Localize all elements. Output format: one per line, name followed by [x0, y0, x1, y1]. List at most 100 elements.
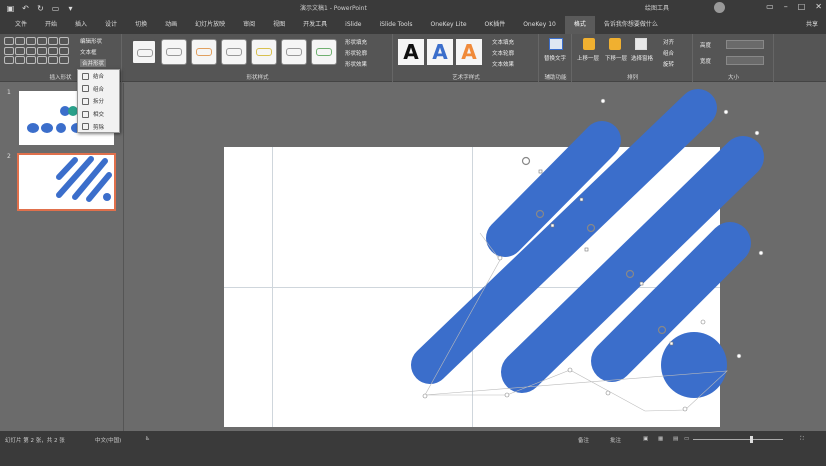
intersect-icon: [82, 110, 89, 118]
tab-file[interactable]: 文件: [6, 16, 36, 34]
merge-intersect-item[interactable]: 相交: [78, 108, 119, 121]
ribbon: 编辑形状 文本框 合并形状 插入形状 形状填充 形状轮廓 形状效果 形状样式 A…: [0, 34, 826, 82]
shape-style-5[interactable]: [251, 39, 277, 65]
wordart-label: 艺术字样式: [452, 75, 480, 81]
selection-pane-button[interactable]: 选择窗格: [631, 54, 653, 62]
send-backward-button[interactable]: 下移一层: [605, 54, 627, 62]
subtract-icon: [82, 123, 89, 131]
present-icon[interactable]: ▭: [51, 4, 60, 13]
tab-slideshow[interactable]: 幻灯片放映: [186, 16, 234, 34]
save-icon[interactable]: ▣: [6, 4, 15, 13]
merge-shapes-menu: 结合 组合 拆分 相交 剪除: [77, 69, 120, 133]
merge-combine-item[interactable]: 组合: [78, 83, 119, 96]
wordart-style-black[interactable]: A: [398, 39, 424, 65]
share-button[interactable]: 共享: [806, 16, 818, 34]
slide-sorter-icon[interactable]: ▦: [658, 436, 663, 442]
merge-fragment-item[interactable]: 拆分: [78, 95, 119, 108]
text-fill-button[interactable]: 文本填充: [492, 38, 514, 46]
shape-style-7[interactable]: [311, 39, 337, 65]
height-input[interactable]: [726, 40, 764, 49]
comments-button[interactable]: 批注: [610, 436, 621, 444]
shape-outline-button[interactable]: 形状轮廓: [345, 49, 367, 57]
tab-design[interactable]: 设计: [96, 16, 126, 34]
tab-insert[interactable]: 插入: [66, 16, 96, 34]
tab-home[interactable]: 开始: [36, 16, 66, 34]
shape-style-2[interactable]: [161, 39, 187, 65]
accessibility-group: 替换文字 辅助功能: [540, 34, 572, 82]
fit-to-window-icon[interactable]: ⛶: [800, 436, 804, 443]
zoom-slider[interactable]: [693, 439, 783, 440]
accessibility-status[interactable]: ♿: [145, 436, 150, 442]
close-icon[interactable]: ✕: [815, 2, 822, 11]
maximize-icon[interactable]: □: [798, 2, 806, 11]
ribbon-tabs: 文件 开始 插入 设计 切换 动画 幻灯片放映 审阅 视图 开发工具 iSlid…: [0, 16, 826, 34]
tab-islide-tools[interactable]: iSlide Tools: [370, 16, 421, 34]
notes-button[interactable]: 备注: [578, 436, 589, 444]
shape-effects-button[interactable]: 形状效果: [345, 60, 367, 68]
edit-shape-button[interactable]: 编辑形状: [80, 37, 102, 45]
alt-text-icon[interactable]: [549, 38, 563, 50]
slide-count-status: 幻灯片 第 2 张，共 2 张: [5, 438, 65, 444]
width-input[interactable]: [726, 56, 764, 65]
text-effects-button[interactable]: 文本效果: [492, 60, 514, 68]
text-outline-button[interactable]: 文本轮廓: [492, 49, 514, 57]
wordart-style-blue[interactable]: A: [427, 39, 453, 65]
merge-union-item[interactable]: 结合: [78, 70, 119, 83]
bring-forward-button[interactable]: 上移一层: [577, 54, 599, 62]
shape-style-4[interactable]: [221, 39, 247, 65]
tab-review[interactable]: 审阅: [234, 16, 264, 34]
shape-gallery[interactable]: [4, 37, 72, 65]
fragment-icon: [82, 97, 89, 105]
size-label: 大小: [727, 75, 739, 81]
tell-me-search[interactable]: 告诉我你想要做什么: [595, 16, 667, 34]
shape-style-6[interactable]: [281, 39, 307, 65]
undo-icon[interactable]: ↶: [21, 4, 30, 13]
slide-number-1: 1: [7, 89, 11, 96]
slide-thumbnail-2[interactable]: [17, 153, 116, 211]
arrange-label: 排列: [626, 75, 638, 81]
redo-icon[interactable]: ↻: [36, 4, 45, 13]
language-status[interactable]: 中文(中国): [95, 436, 121, 444]
ribbon-display-icon[interactable]: ▭: [766, 2, 774, 11]
height-label: 高度: [700, 43, 712, 49]
tab-ok-plugin[interactable]: OK插件: [476, 16, 515, 34]
tab-onekey-lite[interactable]: OneKey Lite: [421, 16, 475, 34]
rotate-button[interactable]: 旋转: [663, 60, 674, 68]
shape-fill-button[interactable]: 形状填充: [345, 38, 367, 46]
align-button[interactable]: 对齐: [663, 38, 674, 46]
slide-number-2: 2: [7, 153, 11, 160]
alt-text-button[interactable]: 替换文字: [544, 54, 566, 62]
merge-shapes-button[interactable]: 合并形状: [80, 59, 107, 67]
tab-onekey-10[interactable]: OneKey 10: [514, 16, 565, 34]
window-controls: ▭ – □ ✕: [766, 2, 822, 11]
avatar[interactable]: [714, 2, 725, 13]
arrange-group: 上移一层 下移一层 选择窗格 对齐 组合 旋转 排列: [573, 34, 693, 82]
wordart-style-orange[interactable]: A: [456, 39, 482, 65]
selection-pane-icon[interactable]: [635, 38, 647, 50]
shape-style-3[interactable]: [191, 39, 217, 65]
tab-transitions[interactable]: 切换: [126, 16, 156, 34]
shape-styles-group: 形状填充 形状轮廓 形状效果 形状样式: [123, 34, 393, 82]
slideshow-icon[interactable]: ▭: [684, 436, 689, 442]
shape-style-1[interactable]: [131, 39, 157, 65]
tab-animations[interactable]: 动画: [156, 16, 186, 34]
group-button[interactable]: 组合: [663, 49, 674, 57]
tab-view[interactable]: 视图: [264, 16, 294, 34]
tab-format[interactable]: 格式: [564, 16, 595, 34]
window-title: 演示文稿1 - PowerPoint: [300, 5, 367, 12]
merge-subtract-item[interactable]: 剪除: [78, 120, 119, 133]
zoom-slider-knob[interactable]: [750, 436, 753, 443]
send-backward-icon[interactable]: [609, 38, 621, 50]
tab-developer[interactable]: 开发工具: [294, 16, 336, 34]
text-box-button[interactable]: 文本框: [80, 48, 97, 56]
customize-icon[interactable]: ▾: [66, 4, 75, 13]
bring-forward-icon[interactable]: [583, 38, 595, 50]
normal-view-icon[interactable]: ▣: [643, 436, 648, 442]
minimize-icon[interactable]: –: [784, 2, 788, 11]
reading-view-icon[interactable]: ▤: [673, 436, 678, 442]
title-bar: ▣ ↶ ↻ ▭ ▾ 演示文稿1 - PowerPoint 绘图工具 ▭ – □ …: [0, 0, 826, 16]
combine-icon: [82, 85, 89, 93]
tab-islide[interactable]: iSlide: [336, 16, 370, 34]
width-label: 宽度: [700, 59, 712, 65]
slide-editing-canvas: [125, 83, 826, 431]
